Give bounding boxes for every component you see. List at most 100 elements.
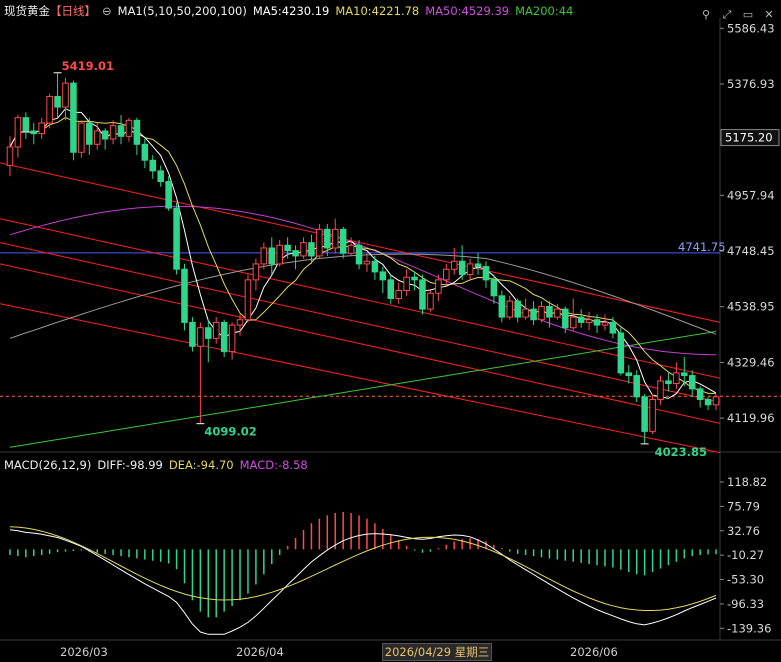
- candle-body: [585, 319, 593, 323]
- candle-body: [14, 117, 22, 148]
- candle-body: [522, 308, 529, 318]
- candle-body: [395, 289, 402, 299]
- date-label-mar: 2026/03: [60, 645, 108, 659]
- last-price-label: 5175.20: [725, 131, 773, 145]
- candle-body: [181, 268, 188, 323]
- candle-body: [538, 305, 545, 321]
- macd-tick-label: 118.82: [727, 475, 767, 489]
- candle-body: [22, 117, 30, 132]
- ma5-line: [9, 108, 717, 399]
- candle-body: [554, 308, 561, 318]
- dea-line: [9, 526, 717, 611]
- candle-body: [101, 130, 109, 140]
- price-tick-label: 4329.46: [727, 355, 775, 369]
- candle-body: [427, 292, 434, 310]
- candle-body: [62, 82, 69, 108]
- candle-body: [569, 316, 577, 329]
- candle-body: [443, 268, 450, 281]
- candle-body: [641, 396, 648, 432]
- candle-body: [633, 375, 640, 398]
- candle-body: [38, 122, 45, 135]
- candle-body: [593, 319, 601, 326]
- candle-body: [276, 244, 283, 265]
- chart-window: 现货黄金【日线】 ⊖ MA1(5,10,50,200,100) MA5:4230.19…: [0, 0, 781, 662]
- candle-body: [490, 279, 498, 297]
- cursor-date-label: 2026/04/29 星期三: [382, 643, 492, 661]
- candle-body: [411, 276, 418, 281]
- candle-body: [601, 321, 609, 326]
- price-tick-label: 5376.93: [727, 77, 775, 91]
- candle-body: [617, 332, 625, 374]
- date-label-apr: 2026/04: [236, 645, 284, 659]
- low-price-label: 4099.02: [204, 425, 256, 439]
- candle-body: [466, 263, 474, 276]
- candle-body: [78, 122, 85, 153]
- candle-body: [458, 260, 466, 276]
- candle-body: [363, 260, 371, 265]
- macd-tick-label: 75.79: [727, 499, 760, 513]
- candle-body: [419, 279, 426, 310]
- candle-body: [141, 143, 149, 161]
- price-tick-label: 4957.94: [727, 188, 775, 202]
- candle-body: [292, 250, 299, 257]
- candle-body: [546, 305, 553, 318]
- price-tick-label: 4748.45: [727, 244, 775, 258]
- candle-body: [93, 130, 101, 145]
- candle-body: [688, 375, 696, 390]
- candle-body: [649, 398, 656, 432]
- candle-body: [117, 125, 125, 137]
- candle-body: [133, 119, 141, 145]
- price-tick-label: 4538.95: [727, 300, 775, 314]
- candle-body: [379, 271, 387, 281]
- price-tick-label: 4119.96: [727, 411, 775, 425]
- candle-body: [308, 242, 315, 257]
- candle-body: [577, 316, 585, 323]
- high-price-label: 5419.01: [62, 59, 114, 73]
- candle-body: [244, 279, 252, 321]
- candle-body: [673, 372, 680, 385]
- candle-body: [665, 380, 672, 385]
- channel-line: [0, 263, 721, 424]
- candle-body: [54, 95, 61, 108]
- candle-body: [712, 396, 720, 406]
- candle-body: [157, 170, 164, 183]
- candle-body: [70, 82, 77, 153]
- candle-body: [331, 228, 339, 249]
- candle-body: [530, 308, 537, 321]
- candle-body: [189, 321, 196, 347]
- candle-body: [450, 260, 458, 270]
- candle-body: [197, 327, 204, 347]
- candle-body: [284, 244, 291, 252]
- candle-body: [316, 228, 323, 257]
- candle-body: [252, 263, 260, 281]
- candle-body: [268, 247, 276, 265]
- candle-body: [482, 266, 490, 281]
- candle-body: [625, 372, 633, 377]
- macd-tick-label: -139.36: [727, 621, 771, 635]
- candle-body: [86, 122, 93, 145]
- recent-low-label: 4023.85: [655, 445, 707, 459]
- candle-body: [339, 228, 347, 254]
- candle-body: [205, 327, 212, 339]
- candle-body: [387, 279, 395, 299]
- diff-line: [9, 529, 717, 635]
- candle-body: [403, 276, 410, 291]
- candle-body: [6, 146, 14, 167]
- chart-canvas[interactable]: 5586.435376.935167.444957.944748.454538.…: [0, 0, 781, 662]
- candle-body: [46, 95, 53, 124]
- price-tick-label: 5586.43: [727, 21, 775, 35]
- macd-tick-label: -96.33: [727, 597, 764, 611]
- candle-body: [125, 119, 133, 137]
- candle-body: [228, 324, 236, 353]
- candle-body: [173, 207, 180, 270]
- candle-body: [371, 260, 379, 273]
- candle-body: [324, 228, 331, 249]
- macd-tick-label: -53.30: [727, 573, 764, 587]
- candle-body: [212, 321, 220, 339]
- candle-body: [165, 181, 172, 209]
- candle-body: [696, 388, 704, 400]
- candle-body: [236, 319, 244, 326]
- candle-body: [609, 321, 617, 334]
- candle-body: [347, 244, 355, 254]
- candle-body: [704, 398, 712, 406]
